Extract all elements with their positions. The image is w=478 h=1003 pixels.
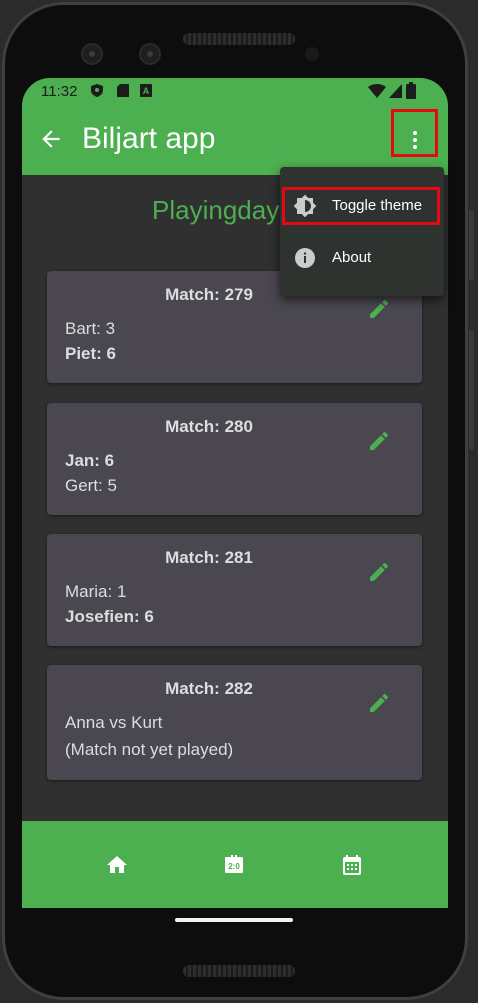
match-title: Match: 281 [165,548,253,567]
bottom-navigation: 2:0 [22,821,448,908]
back-arrow-icon[interactable] [38,126,64,152]
font-icon: A [140,84,152,97]
app-title: Biljart app [82,122,216,155]
player-score: Jan: 6 [65,451,115,470]
match-card: Match: 281 Maria: 1 Josefien: 6 [47,534,422,646]
playingday-heading: Playingday: [152,195,287,225]
proximity-sensor [305,47,319,61]
front-camera-left [81,43,103,65]
match-title: Match: 280 [165,417,253,436]
power-button [469,210,474,280]
highlight-toggle-theme [282,187,440,225]
svg-text:2:0: 2:0 [228,862,240,871]
gesture-navigation-bar[interactable] [175,918,293,922]
signal-icon [389,84,402,98]
menu-item-about[interactable]: About [280,236,444,280]
edit-icon[interactable] [367,560,391,584]
battery-icon [406,82,416,99]
svg-text:A: A [143,86,150,96]
home-icon[interactable] [105,853,129,877]
volume-button [469,330,474,450]
top-speaker [183,33,295,45]
shield-icon [91,84,103,97]
wifi-icon [368,84,386,98]
status-time: 11:32 [41,83,78,100]
sd-card-icon [117,84,129,97]
match-card: Match: 280 Jan: 6 Gert: 5 [47,403,422,515]
player-score: Josefien: 6 [65,607,154,626]
info-icon [295,248,315,268]
player-score: Gert: 5 [65,476,117,495]
match-status: (Match not yet played) [65,740,234,759]
status-bar: 11:32 A [22,78,448,104]
match-players: Anna vs Kurt [65,713,163,732]
match-title: Match: 282 [165,679,253,698]
menu-item-label: About [332,249,372,266]
player-score: Maria: 1 [65,582,127,601]
app-bar: Biljart app [22,104,448,175]
edit-icon[interactable] [367,429,391,453]
match-card: Match: 282 Anna vs Kurt (Match not yet p… [47,665,422,780]
highlight-more-button [391,109,438,157]
player-score: Bart: 3 [65,319,116,338]
scoreboard-icon[interactable]: 2:0 [222,853,246,877]
edit-icon[interactable] [367,691,391,715]
calendar-icon[interactable] [340,853,364,877]
player-score: Piet: 6 [65,344,117,363]
front-camera-right [139,43,161,65]
bottom-speaker [183,965,295,977]
edit-icon[interactable] [367,297,391,321]
